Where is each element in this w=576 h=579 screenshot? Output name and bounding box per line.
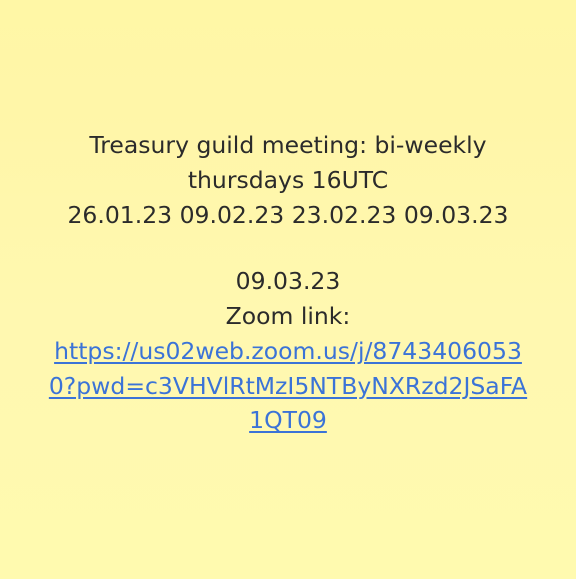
meeting-title: Treasury guild meeting: bi-weekly [89,131,487,159]
meeting-schedule: thursdays 16UTC [187,166,389,194]
zoom-link-container: https://us02web.zoom.us/j/87434060530?pw… [45,334,531,438]
sticky-note: Treasury guild meeting: bi-weekly thursd… [0,0,576,579]
zoom-label: Zoom link: [225,302,351,330]
meeting-dates: 26.01.23 09.02.23 23.02.23 09.03.23 [67,201,509,229]
note-content: Treasury guild meeting: bi-weekly thursd… [40,128,536,438]
zoom-link[interactable]: https://us02web.zoom.us/j/87434060530?pw… [49,337,527,434]
next-meeting-date: 09.03.23 [235,267,341,295]
